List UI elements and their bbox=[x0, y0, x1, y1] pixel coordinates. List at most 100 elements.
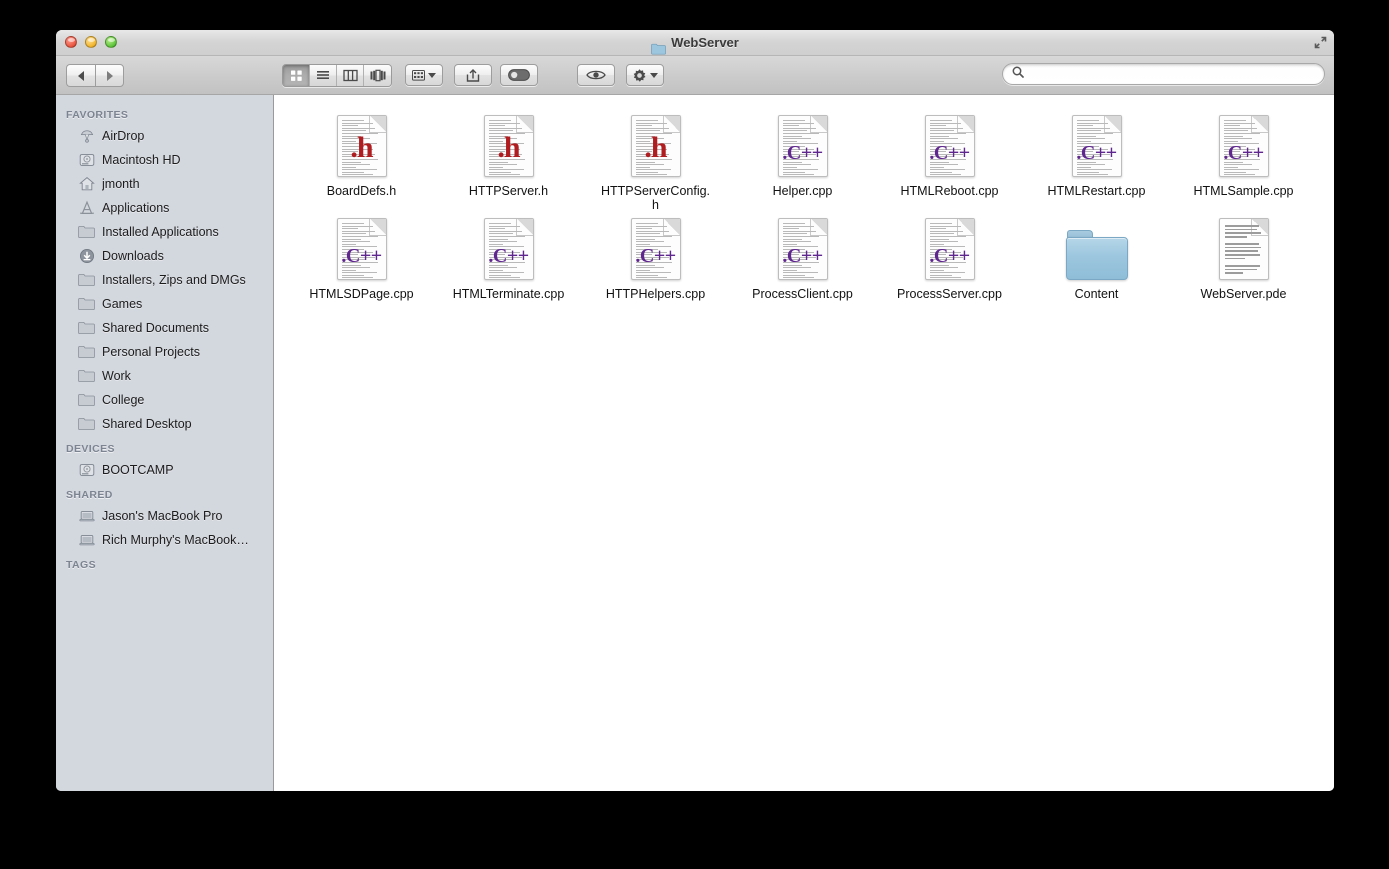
list-view-button[interactable] bbox=[310, 65, 337, 86]
sidebar-item-installers-zips-and-dmgs[interactable]: Installers, Zips and DMGs bbox=[56, 268, 273, 292]
sidebar-item-applications[interactable]: Applications bbox=[56, 196, 273, 220]
fullscreen-expand-icon[interactable] bbox=[1313, 35, 1328, 50]
folder-icon bbox=[78, 392, 95, 409]
sidebar-item-work[interactable]: Work bbox=[56, 364, 273, 388]
sidebar-item-college[interactable]: College bbox=[56, 388, 273, 412]
file-item[interactable]: .C++ ProcessClient.cpp bbox=[729, 212, 876, 301]
cpp-source-file-icon: .C++ bbox=[777, 115, 828, 177]
file-icon: .C++ bbox=[624, 216, 688, 280]
sidebar-item-bootcamp[interactable]: BOOTCAMP bbox=[56, 458, 273, 482]
sidebar-item-label: Jason's MacBook Pro bbox=[102, 509, 223, 523]
sidebar-item-label: Personal Projects bbox=[102, 345, 200, 359]
minimize-button[interactable] bbox=[85, 36, 97, 48]
cpp-source-file-icon: .C++ bbox=[924, 218, 975, 280]
cpp-source-file-icon: .C++ bbox=[1218, 115, 1269, 177]
file-item[interactable]: .C++ Helper.cpp bbox=[729, 109, 876, 212]
cpp-source-file-icon: .C++ bbox=[336, 218, 387, 280]
file-icon: .h bbox=[624, 113, 688, 177]
icon-grid: .h BoardDefs.h .h HTTPServer.h .h HTTPServerC… bbox=[288, 109, 1324, 301]
header-file-icon: .h bbox=[483, 115, 534, 177]
file-icon bbox=[1065, 216, 1129, 280]
sidebar-item-label: Shared Desktop bbox=[102, 417, 192, 431]
airdrop-icon bbox=[78, 128, 95, 145]
file-item[interactable]: .C++ ProcessServer.cpp bbox=[876, 212, 1023, 301]
tag-button[interactable] bbox=[500, 64, 538, 86]
file-name-label: HTMLTerminate.cpp bbox=[452, 287, 565, 301]
file-name-label: HTTPServerConfig.h bbox=[600, 184, 711, 212]
file-name-label: ProcessClient.cpp bbox=[752, 287, 853, 301]
file-icon: .C++ bbox=[918, 113, 982, 177]
file-name-label: ProcessServer.cpp bbox=[897, 287, 1002, 301]
sidebar-item-label: College bbox=[102, 393, 145, 407]
file-item[interactable]: .C++ HTTPHelpers.cpp bbox=[582, 212, 729, 301]
icon-view-button[interactable] bbox=[283, 65, 310, 86]
file-item[interactable]: .C++ HTMLReboot.cpp bbox=[876, 109, 1023, 212]
sidebar-item-airdrop[interactable]: AirDrop bbox=[56, 124, 273, 148]
folder-icon bbox=[651, 38, 667, 55]
folder-icon bbox=[78, 272, 95, 289]
sidebar-item-installed-applications[interactable]: Installed Applications bbox=[56, 220, 273, 244]
column-view-button[interactable] bbox=[337, 65, 364, 86]
arrange-button[interactable] bbox=[405, 64, 443, 86]
file-browser-content[interactable]: .h BoardDefs.h .h HTTPServer.h .h HTTPServerC… bbox=[274, 95, 1334, 791]
sidebar-item-rich-murphy-s-macbook[interactable]: Rich Murphy's MacBook… bbox=[56, 528, 273, 552]
file-icon: .C++ bbox=[1212, 113, 1276, 177]
sidebar-item-jmonth[interactable]: jmonth bbox=[56, 172, 273, 196]
back-button[interactable] bbox=[66, 64, 95, 87]
cpp-source-file-icon: .C++ bbox=[1071, 115, 1122, 177]
cpp-source-file-icon: .C++ bbox=[483, 218, 534, 280]
file-item[interactable]: .C++ HTMLTerminate.cpp bbox=[435, 212, 582, 301]
file-item[interactable]: Content bbox=[1023, 212, 1170, 301]
share-button[interactable] bbox=[454, 64, 492, 86]
search-field[interactable] bbox=[1002, 63, 1325, 85]
finder-window: WebServer FAVORITES AirDrop Macintosh HD… bbox=[56, 30, 1334, 791]
file-item[interactable]: .h BoardDefs.h bbox=[288, 109, 435, 212]
file-name-label: Content bbox=[1074, 287, 1119, 301]
traffic-light-buttons bbox=[65, 36, 117, 48]
quick-look-button[interactable] bbox=[577, 64, 615, 86]
file-item[interactable]: .C++ HTMLSample.cpp bbox=[1170, 109, 1317, 212]
search-input[interactable] bbox=[1029, 67, 1316, 81]
sidebar-item-label: AirDrop bbox=[102, 129, 145, 143]
close-button[interactable] bbox=[65, 36, 77, 48]
action-menu-button[interactable] bbox=[626, 64, 664, 86]
file-name-label: HTTPServer.h bbox=[468, 184, 549, 198]
file-item[interactable]: WebServer.pde bbox=[1170, 212, 1317, 301]
file-icon: .C++ bbox=[330, 216, 394, 280]
sidebar-item-macintosh-hd[interactable]: Macintosh HD bbox=[56, 148, 273, 172]
file-name-label: HTMLSDPage.cpp bbox=[309, 287, 414, 301]
folder-icon bbox=[78, 320, 95, 337]
sidebar-item-shared-desktop[interactable]: Shared Desktop bbox=[56, 412, 273, 436]
folder-icon bbox=[78, 296, 95, 313]
chevron-left-icon bbox=[78, 70, 84, 81]
file-item[interactable]: .C++ HTMLRestart.cpp bbox=[1023, 109, 1170, 212]
file-icon: .h bbox=[330, 113, 394, 177]
file-item[interactable]: .C++ HTMLSDPage.cpp bbox=[288, 212, 435, 301]
view-mode-switcher bbox=[282, 64, 392, 87]
title-bar: WebServer bbox=[56, 30, 1334, 56]
file-name-label: BoardDefs.h bbox=[326, 184, 397, 198]
file-name-label: Helper.cpp bbox=[772, 184, 833, 198]
coverflow-view-button[interactable] bbox=[364, 65, 391, 86]
file-name-label: HTMLRestart.cpp bbox=[1047, 184, 1146, 198]
sidebar-item-games[interactable]: Games bbox=[56, 292, 273, 316]
sidebar-item-personal-projects[interactable]: Personal Projects bbox=[56, 340, 273, 364]
zoom-button[interactable] bbox=[105, 36, 117, 48]
file-icon: .C++ bbox=[1065, 113, 1129, 177]
toolbar bbox=[56, 56, 1334, 95]
sidebar-item-label: Rich Murphy's MacBook… bbox=[102, 533, 249, 547]
sidebar-item-label: Shared Documents bbox=[102, 321, 210, 335]
navigation-buttons bbox=[66, 64, 124, 87]
sidebar-item-downloads[interactable]: Downloads bbox=[56, 244, 273, 268]
window-title: WebServer bbox=[56, 30, 1334, 56]
sidebar-item-jason-s-macbook-pro[interactable]: Jason's MacBook Pro bbox=[56, 504, 273, 528]
sidebar-item-shared-documents[interactable]: Shared Documents bbox=[56, 316, 273, 340]
sidebar-section-header: DEVICES bbox=[66, 443, 115, 455]
file-name-label: HTTPHelpers.cpp bbox=[605, 287, 706, 301]
file-item[interactable]: .h HTTPServer.h bbox=[435, 109, 582, 212]
sidebar-item-label: Macintosh HD bbox=[102, 153, 181, 167]
window-title-text: WebServer bbox=[671, 35, 739, 50]
chevron-down-icon bbox=[428, 72, 436, 78]
file-item[interactable]: .h HTTPServerConfig.h bbox=[582, 109, 729, 212]
forward-button[interactable] bbox=[95, 64, 124, 87]
